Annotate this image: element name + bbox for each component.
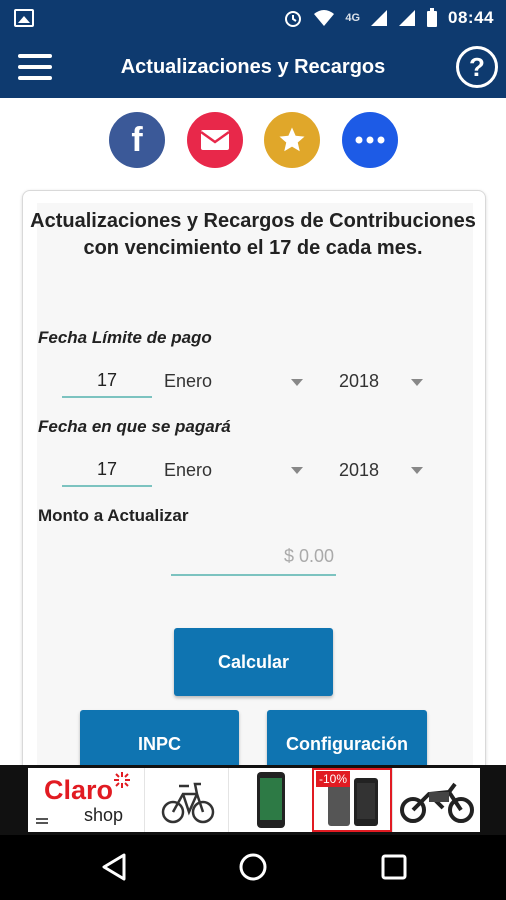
home-icon[interactable] <box>238 852 268 882</box>
burst-icon <box>114 772 130 788</box>
signal-icon <box>371 10 388 26</box>
phone-offer-image: -10% <box>312 768 392 832</box>
mail-icon <box>200 130 230 150</box>
calculate-button[interactable]: Calcular <box>174 628 333 696</box>
phone-image <box>228 768 312 832</box>
amount-input[interactable]: $ 0.00 <box>171 546 336 576</box>
due-month-dropdown-icon <box>291 379 303 386</box>
recents-icon[interactable] <box>380 852 408 882</box>
ad-banner[interactable]: Claro shop -10% <box>0 765 506 835</box>
due-year-select[interactable]: 2018 <box>339 371 379 392</box>
pay-month-dropdown-icon <box>291 467 303 474</box>
alarm-icon <box>285 11 302 27</box>
ad-brand: Claro <box>44 775 114 805</box>
discount-badge: -10% <box>316 771 351 787</box>
gallery-notification-icon <box>14 9 34 27</box>
battery-icon <box>427 8 438 27</box>
ad-brand-sub: shop <box>84 805 124 825</box>
network-type: 4G <box>345 12 361 24</box>
pay-year-select[interactable]: 2018 <box>339 460 379 481</box>
signal-2-icon <box>399 10 416 26</box>
pay-year-dropdown-icon <box>411 467 423 474</box>
facebook-icon: f <box>131 120 143 159</box>
facebook-button[interactable]: f <box>109 112 165 168</box>
clock: 08:44 <box>448 8 494 27</box>
due-year-dropdown-icon <box>411 379 423 386</box>
bicycle-image <box>144 768 228 832</box>
card-heading: Actualizaciones y Recargos de Contribuci… <box>30 210 476 259</box>
app-bar: Actualizaciones y Recargos ? <box>0 36 506 98</box>
pay-month-select[interactable]: Enero <box>164 460 212 481</box>
star-icon <box>279 127 305 152</box>
ad-content[interactable]: Claro shop -10% <box>28 768 480 832</box>
wifi-icon <box>314 10 335 26</box>
page-title: Actualizaciones y Recargos <box>120 56 386 78</box>
amount-label: Monto a Actualizar <box>38 506 189 525</box>
rate-button[interactable] <box>264 112 320 168</box>
help-button[interactable]: ? <box>456 46 498 88</box>
status-bar: 4G 08:44 <box>0 0 506 36</box>
email-button[interactable] <box>187 112 243 168</box>
more-button[interactable] <box>342 112 398 168</box>
due-date-label: Fecha Límite de pago <box>38 328 212 347</box>
pay-day-input[interactable]: 17 <box>62 459 152 487</box>
due-day-input[interactable]: 17 <box>62 370 152 398</box>
pay-date-label: Fecha en que se pagará <box>38 417 231 436</box>
ad-menu-icon <box>36 818 48 824</box>
navigation-bar <box>0 835 506 900</box>
back-icon[interactable] <box>100 852 128 882</box>
claro-shop-logo: Claro shop <box>28 768 144 832</box>
status-icons: 4G 08:44 <box>283 0 494 36</box>
share-row: f <box>0 112 506 168</box>
motorcycle-image <box>392 768 480 832</box>
due-month-select[interactable]: Enero <box>164 371 212 392</box>
more-icon <box>355 136 385 144</box>
